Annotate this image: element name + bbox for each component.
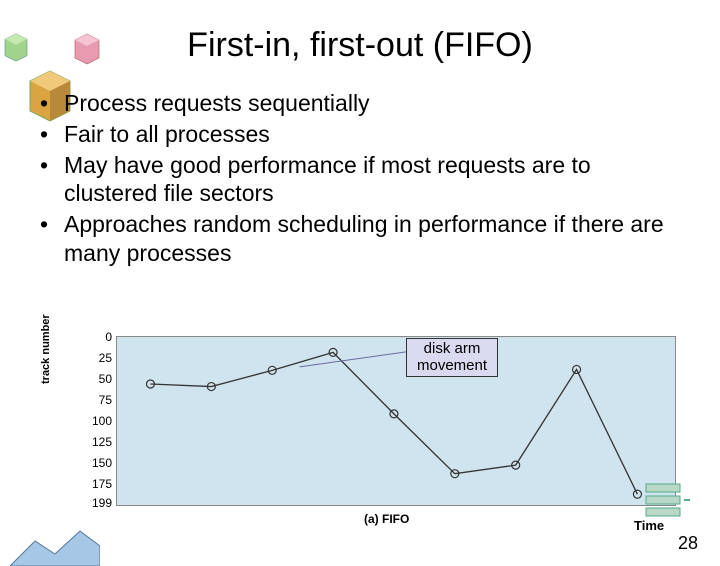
chart-plot-area xyxy=(116,336,676,506)
y-tick: 175 xyxy=(82,477,112,491)
chart-caption: (a) FIFO xyxy=(364,512,409,526)
bullet-item: Fair to all processes xyxy=(40,120,690,149)
bullet-item: Process requests sequentially xyxy=(40,89,690,118)
y-tick: 25 xyxy=(82,351,112,365)
y-axis-label: track number xyxy=(40,314,52,384)
decorative-graphic-bottom xyxy=(10,526,100,566)
y-tick: 100 xyxy=(82,414,112,428)
callout-text-2: movement xyxy=(417,357,487,374)
bullet-item: May have good performance if most reques… xyxy=(40,151,690,209)
bullet-list: Process requests sequentially Fair to al… xyxy=(40,89,690,268)
decorative-graphic-right xyxy=(640,476,690,526)
chart-svg xyxy=(117,337,677,507)
y-tick: 199 xyxy=(82,496,112,510)
y-tick: 50 xyxy=(82,372,112,386)
fifo-chart: track number 0 25 50 75 100 125 150 175 … xyxy=(54,336,690,541)
callout-text-1: disk arm xyxy=(424,340,481,357)
y-tick: 0 xyxy=(82,330,112,344)
y-tick: 75 xyxy=(82,393,112,407)
slide-number: 28 xyxy=(678,533,698,554)
y-tick: 125 xyxy=(82,435,112,449)
y-tick: 150 xyxy=(82,456,112,470)
callout-box: disk arm movement xyxy=(406,338,498,377)
bullet-item: Approaches random scheduling in performa… xyxy=(40,210,690,268)
